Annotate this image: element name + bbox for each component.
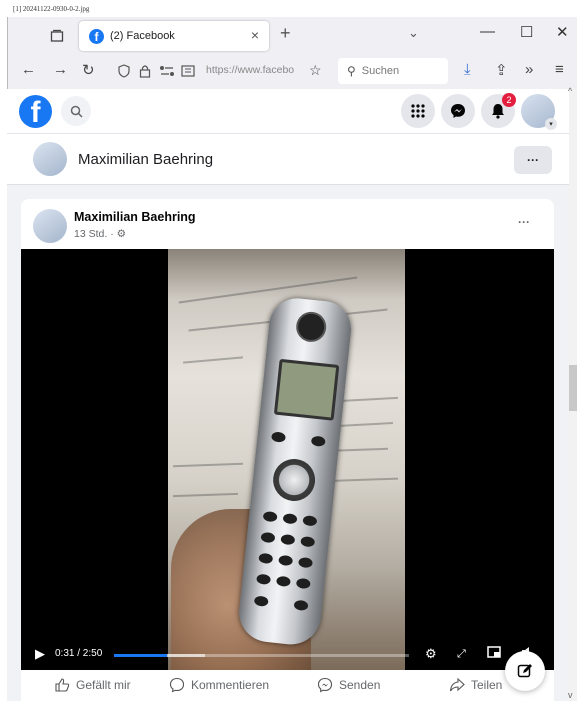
- post-more-button[interactable]: ···: [518, 215, 530, 229]
- share-button[interactable]: Teilen: [449, 677, 502, 693]
- notification-badge: 2: [502, 93, 516, 107]
- tab-facebook[interactable]: f (2) Facebook ×: [79, 21, 269, 51]
- new-message-compose-icon[interactable]: [505, 651, 545, 691]
- post-actions: Gefällt mir Kommentieren Senden Teilen: [21, 670, 554, 701]
- chevron-down-icon: ▾: [545, 118, 557, 130]
- permissions-icon[interactable]: [159, 65, 175, 77]
- settings-gear-icon[interactable]: ⚙: [425, 646, 437, 662]
- lock-icon[interactable]: [139, 64, 151, 78]
- fullscreen-icon[interactable]: ⤢: [457, 648, 466, 661]
- messenger-icon[interactable]: [441, 94, 475, 128]
- browser-chrome: f (2) Facebook × + ⌄ — ☐ ✕ ← → ↻ https:/…: [7, 17, 577, 89]
- post-card: Maximilian Baehring 13 Std. · ⚙ ··· ▶ 0:…: [21, 199, 554, 701]
- image-caption: [1] 20241122-0930-0-2.jpg: [13, 5, 90, 13]
- profile-bar: Maximilian Baehring ···: [7, 134, 569, 185]
- play-icon[interactable]: ▶: [35, 646, 45, 662]
- video-progress-fill: [114, 654, 168, 657]
- tab-close-icon[interactable]: ×: [251, 27, 259, 43]
- tab-title: (2) Facebook: [110, 30, 175, 42]
- picture-in-picture-icon[interactable]: [487, 646, 501, 661]
- thumbs-up-icon: [55, 678, 70, 692]
- video-controls: ▶ 0:31 / 2:50 ⚙ ⤢: [21, 640, 554, 670]
- browser-search-box[interactable]: ⚲ Suchen: [338, 58, 448, 84]
- share-label: Teilen: [471, 678, 503, 692]
- profile-name[interactable]: Maximilian Baehring: [78, 151, 213, 168]
- search-icon: ⚲: [347, 64, 356, 78]
- video-player[interactable]: ▶ 0:31 / 2:50 ⚙ ⤢: [21, 249, 554, 670]
- like-label: Gefällt mir: [76, 678, 131, 692]
- minimize-icon[interactable]: —: [480, 23, 495, 40]
- forward-icon[interactable]: →: [53, 61, 68, 78]
- video-timecode: 0:31 / 2:50: [55, 648, 103, 659]
- share-arrow-icon: [449, 677, 465, 692]
- share-icon[interactable]: ⇪: [495, 61, 508, 79]
- app-menu-icon[interactable]: ≡: [555, 61, 564, 78]
- scroll-up-arrow-icon[interactable]: ^: [568, 86, 572, 96]
- facebook-search-icon[interactable]: [61, 96, 91, 126]
- more-tools-icon[interactable]: »: [525, 61, 533, 78]
- messenger-send-icon: [317, 677, 333, 693]
- window-close-icon[interactable]: ✕: [556, 23, 569, 41]
- downloads-icon[interactable]: ⤓: [464, 61, 471, 78]
- reader-view-icon[interactable]: [181, 64, 195, 78]
- tab-menu-chevron-icon[interactable]: ⌄: [408, 25, 419, 41]
- post-author-name[interactable]: Maximilian Baehring: [74, 210, 196, 224]
- facebook-favicon-icon: f: [89, 28, 104, 44]
- like-button[interactable]: Gefällt mir: [54, 677, 131, 693]
- back-icon[interactable]: ←: [21, 61, 36, 78]
- comment-button[interactable]: Kommentieren: [169, 677, 269, 693]
- scrollbar-thumb[interactable]: [569, 365, 577, 411]
- search-placeholder: Suchen: [361, 65, 400, 77]
- send-label: Senden: [339, 678, 381, 692]
- video-progress-bar[interactable]: [114, 654, 409, 657]
- url-text[interactable]: https://www.facebo: [206, 64, 294, 76]
- reload-icon[interactable]: ↻: [82, 61, 95, 79]
- menu-grid-icon[interactable]: [401, 94, 435, 128]
- nav-bar: ← → ↻ https://www.facebo ☆ ⚲ Suchen ⤓ ⇪ …: [8, 53, 577, 89]
- send-button[interactable]: Senden: [317, 677, 380, 693]
- facebook-header: f 2 ▾: [7, 89, 569, 134]
- account-avatar[interactable]: ▾: [521, 94, 557, 130]
- post-author-avatar[interactable]: [33, 209, 67, 243]
- url-bar[interactable]: https://www.facebo ☆: [109, 58, 327, 84]
- maximize-icon[interactable]: ☐: [520, 23, 533, 41]
- bookmark-star-icon[interactable]: ☆: [309, 62, 322, 79]
- tab-bar: f (2) Facebook × + ⌄ — ☐ ✕: [8, 17, 577, 53]
- facebook-page: f 2 ▾ Maximilian Baehring ··· Maximilian…: [7, 89, 569, 701]
- facebook-logo-icon[interactable]: f: [19, 95, 52, 128]
- profile-avatar[interactable]: [33, 142, 67, 176]
- tab-list-icon[interactable]: [46, 25, 68, 47]
- page-scrollbar[interactable]: [569, 89, 577, 701]
- new-tab-icon[interactable]: +: [280, 23, 291, 44]
- profile-more-button[interactable]: ···: [514, 146, 552, 174]
- scroll-down-arrow-icon[interactable]: v: [568, 690, 573, 700]
- comment-label: Kommentieren: [191, 678, 270, 692]
- post-timestamp[interactable]: 13 Std. · ⚙: [74, 228, 126, 240]
- comment-bubble-icon: [169, 677, 185, 693]
- tracking-shield-icon[interactable]: [117, 64, 131, 78]
